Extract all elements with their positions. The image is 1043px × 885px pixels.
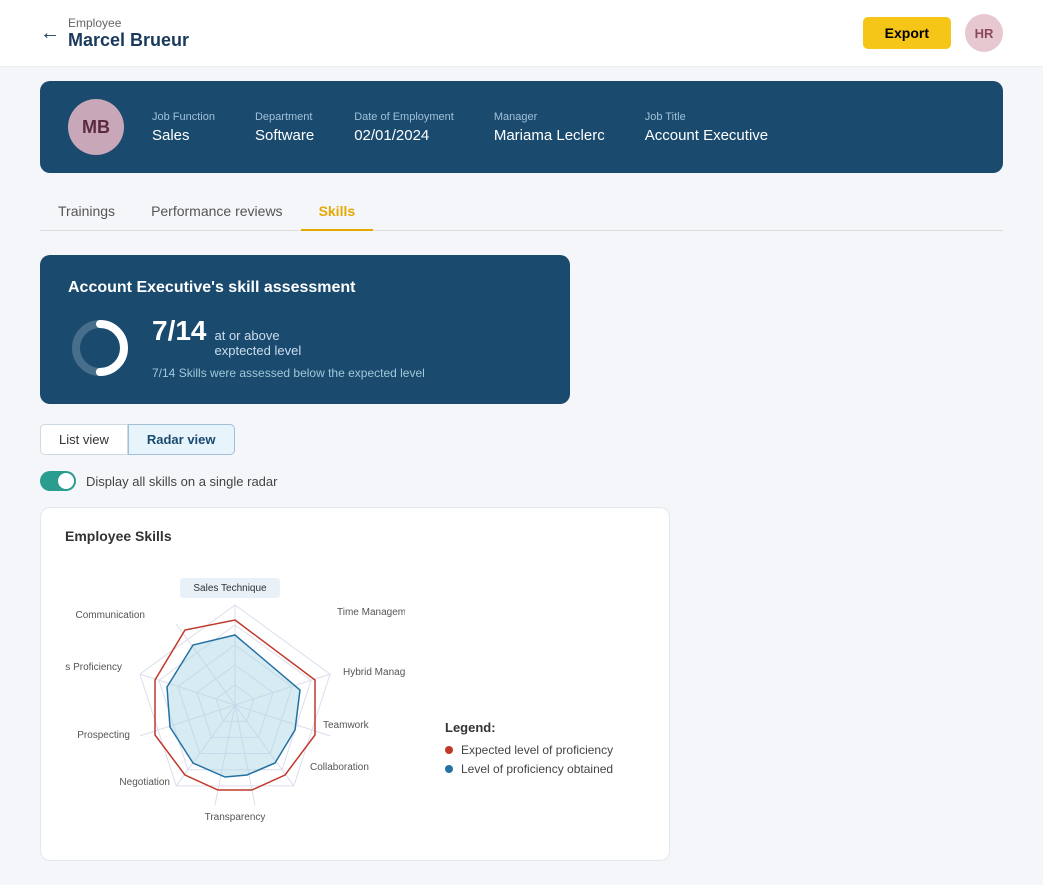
user-avatar: HR [965,14,1003,52]
info-department: Department Software [255,111,314,144]
view-toggle: List view Radar view [40,424,1003,455]
skill-summary-title: Account Executive's skill assessment [68,279,542,297]
svg-text:Transparency: Transparency [205,812,266,823]
field-label: Date of Employment [354,111,454,123]
content-area: Account Executive's skill assessment 7/1… [0,231,1043,885]
field-value: Mariama Leclerc [494,127,605,144]
tab-performance-reviews[interactable]: Performance reviews [133,193,301,231]
radar-card: Employee Skills [40,507,670,861]
tab-skills[interactable]: Skills [301,193,374,231]
field-label: Job Title [645,111,768,123]
tab-trainings[interactable]: Trainings [40,193,133,231]
legend-item-expected: Expected level of proficiency [445,743,613,757]
legend-title: Legend: [445,720,613,735]
export-button[interactable]: Export [863,17,951,49]
info-job-title: Job Title Account Executive [645,111,768,144]
info-fields: Job Function Sales Department Software D… [152,111,975,144]
svg-text:Sales Technique: Sales Technique [193,583,267,594]
radar-svg-container: Sales Technique Time Management Hybrid M… [65,560,405,840]
tabs: Trainings Performance reviews Skills [40,193,1003,231]
toggle-label: Display all skills on a single radar [86,474,277,489]
field-label: Job Function [152,111,215,123]
info-date-employment: Date of Employment 02/01/2024 [354,111,454,144]
skill-desc-bottom: 7/14 Skills were assessed below the expe… [152,366,425,380]
back-arrow-icon: ← [40,22,60,45]
list-view-button[interactable]: List view [40,424,128,455]
svg-text:Teamwork: Teamwork [323,720,370,731]
employee-avatar: MB [68,99,124,155]
employee-label: Employee [68,16,189,30]
radar-card-title: Employee Skills [65,528,645,544]
top-bar: ← Employee Marcel Brueur Export HR [0,0,1043,67]
skill-fraction: 7/14 [152,315,207,347]
field-value: 02/01/2024 [354,127,454,144]
skill-desc-top: at or above [215,328,302,343]
svg-text:Prospecting: Prospecting [77,730,130,741]
donut-container [68,316,132,380]
info-job-function: Job Function Sales [152,111,215,144]
info-bar: MB Job Function Sales Department Softwar… [40,81,1003,173]
legend-red-dot [445,746,453,754]
svg-text:Sales Process Proficiency: Sales Process Proficiency [65,662,122,673]
svg-text:Hybrid Management: Hybrid Management [343,667,405,678]
radar-view-button[interactable]: Radar view [128,424,235,455]
legend-item-obtained: Level of proficiency obtained [445,762,613,776]
svg-text:Communication: Communication [76,610,145,621]
skill-stat: 7/14 at or above exptected level 7/14 Sk… [152,315,425,380]
skill-summary-body: 7/14 at or above exptected level 7/14 Sk… [68,315,542,380]
svg-text:Time Management: Time Management [337,607,405,618]
toggle-row: Display all skills on a single radar [40,471,1003,491]
svg-text:Collaboration: Collaboration [310,762,369,773]
toggle-knob [58,473,74,489]
field-label: Department [255,111,314,123]
back-nav[interactable]: ← Employee Marcel Brueur [40,16,189,51]
skill-desc-top2: exptected level [215,343,302,358]
field-label: Manager [494,111,605,123]
field-value: Sales [152,127,215,144]
toggle-switch[interactable] [40,471,76,491]
info-manager: Manager Mariama Leclerc [494,111,605,144]
field-value: Account Executive [645,127,768,144]
svg-text:Negotiation: Negotiation [119,777,170,788]
skill-summary-card: Account Executive's skill assessment 7/1… [40,255,570,404]
top-actions: Export HR [863,14,1003,52]
employee-name: Marcel Brueur [68,30,189,51]
radar-content: Sales Technique Time Management Hybrid M… [65,560,645,840]
field-value: Software [255,127,314,144]
